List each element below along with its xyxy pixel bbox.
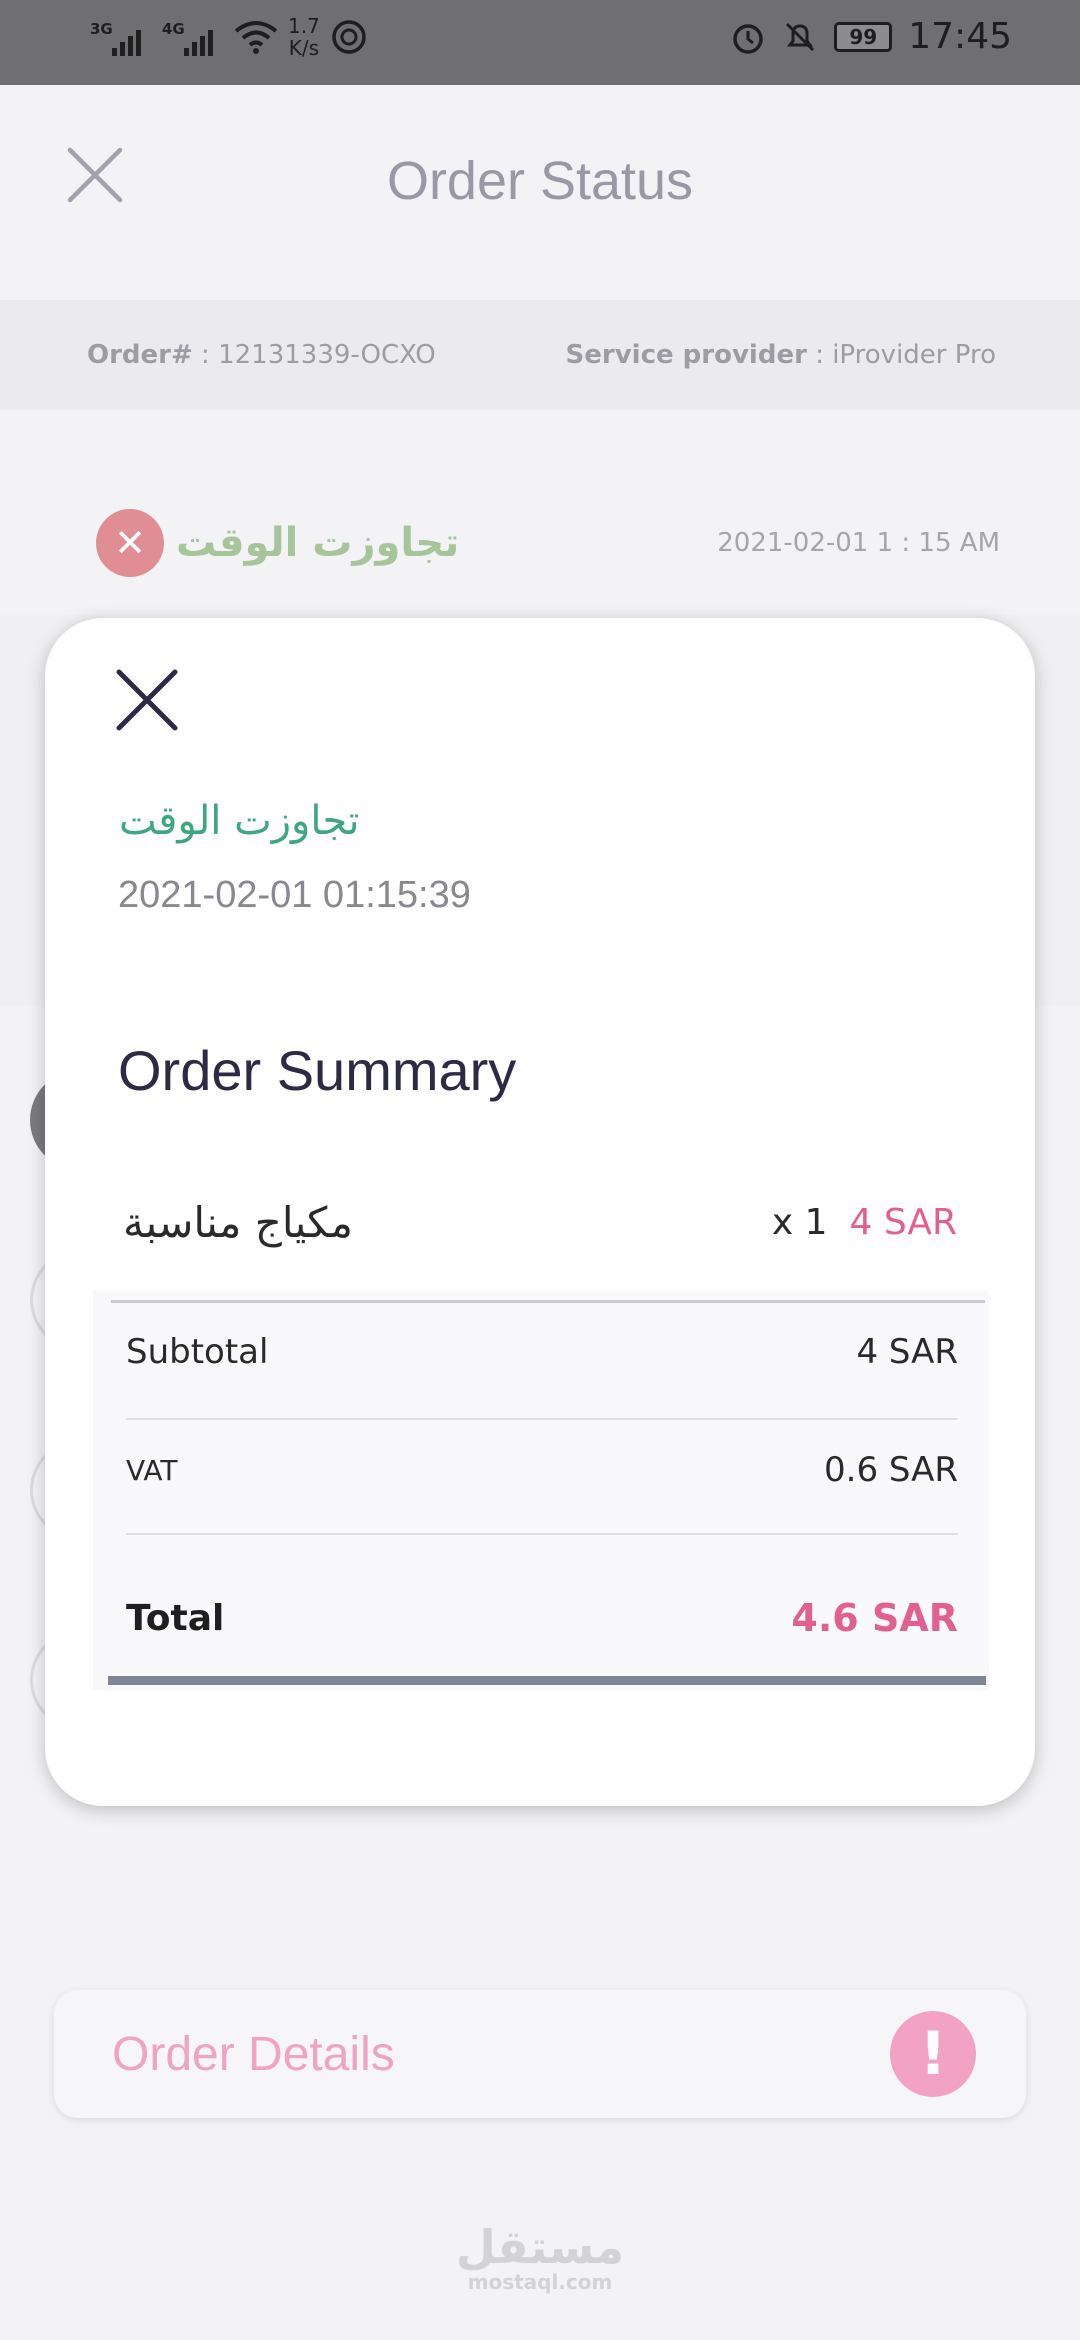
modal-status-text: تجاوزت الوقت [119, 798, 360, 844]
watermark: مستقل mostaql.com [0, 2224, 1080, 2294]
status-text: تجاوزت الوقت [176, 519, 460, 566]
watermark-arabic: مستقل [455, 2220, 625, 2274]
divider [111, 1300, 985, 1303]
vat-row: VAT 0.6 SAR [126, 1450, 958, 1490]
item-price: 4 SAR [849, 1202, 957, 1243]
total-label: Total [126, 1597, 225, 1639]
order-info-bar: Order# : 12131339-OCXO Service provider … [0, 300, 1080, 410]
clock: 17:45 [908, 16, 1012, 57]
totals-section: Subtotal 4 SAR VAT 0.6 SAR Total 4.6 SAR [93, 1290, 989, 1690]
order-number-value: : 12131339-OCXO [201, 340, 436, 370]
timeout-icon: ✕ [96, 508, 164, 577]
vpn-shield-icon [332, 20, 366, 54]
order-details-button[interactable]: Order Details ! [54, 1990, 1026, 2118]
wifi-icon [234, 21, 278, 54]
notifications-off-icon [786, 22, 815, 51]
total-underline [108, 1676, 986, 1685]
subtotal-value: 4 SAR [856, 1332, 958, 1372]
order-summary-modal: تجاوزت الوقت 2021-02-01 01:15:39 Order S… [45, 618, 1035, 1806]
service-provider: Service provider : iProvider Pro [566, 340, 996, 370]
item-name: مكياج مناسبة [123, 1198, 353, 1247]
subtotal-label: Subtotal [126, 1332, 269, 1372]
alarm-icon [733, 23, 763, 54]
order-details-label: Order Details [112, 2027, 395, 2081]
watermark-latin: mostaql.com [467, 2270, 613, 2294]
status-timestamp: 2021-02-01 1 : 15 AM [717, 527, 1000, 558]
subtotal-row: Subtotal 4 SAR [126, 1332, 958, 1372]
battery-level: 99 [849, 24, 878, 49]
vat-label: VAT [126, 1453, 178, 1487]
status-bar: 3G 4G 1.7 K/s 99 17:45 [0, 0, 1080, 85]
divider [126, 1418, 958, 1420]
page-title: Order Status [386, 151, 694, 211]
speed-value: 1.7 [288, 14, 320, 38]
network-speed: 1.7 K/s [288, 15, 320, 59]
order-summary-title: Order Summary [118, 1039, 517, 1102]
total-row: Total 4.6 SAR [126, 1596, 958, 1640]
item-qty-price: x 1 4 SAR [772, 1202, 957, 1243]
vat-value: 0.6 SAR [824, 1450, 958, 1490]
signal-4g-icon: 4G [162, 14, 224, 60]
status-entry-left: ✕ تجاوزت الوقت [96, 508, 460, 577]
network-type-label: 3G [90, 20, 113, 38]
info-exclamation-icon: ! [890, 2011, 976, 2097]
divider [126, 1533, 958, 1535]
service-provider-value: : iProvider Pro [815, 340, 996, 370]
order-number: Order# : 12131339-OCXO [87, 340, 436, 370]
status-bar-left: 3G 4G 1.7 K/s [90, 14, 368, 60]
signal-3g-icon: 3G [90, 14, 152, 60]
network-type-label: 4G [162, 20, 185, 38]
status-entry[interactable]: ✕ تجاوزت الوقت 2021-02-01 1 : 15 AM [0, 470, 1080, 615]
order-number-label: Order# [87, 340, 193, 370]
close-icon[interactable] [115, 668, 179, 732]
order-item-row: مكياج مناسبة x 1 4 SAR [123, 1198, 957, 1247]
modal-timestamp: 2021-02-01 01:15:39 [118, 874, 471, 916]
speed-unit: K/s [288, 36, 320, 60]
status-bar-right: 99 17:45 [730, 16, 1012, 57]
service-provider-label: Service provider [565, 340, 807, 370]
battery-icon: 99 [834, 21, 893, 52]
total-value: 4.6 SAR [791, 1596, 958, 1640]
item-quantity: x 1 [771, 1202, 828, 1243]
